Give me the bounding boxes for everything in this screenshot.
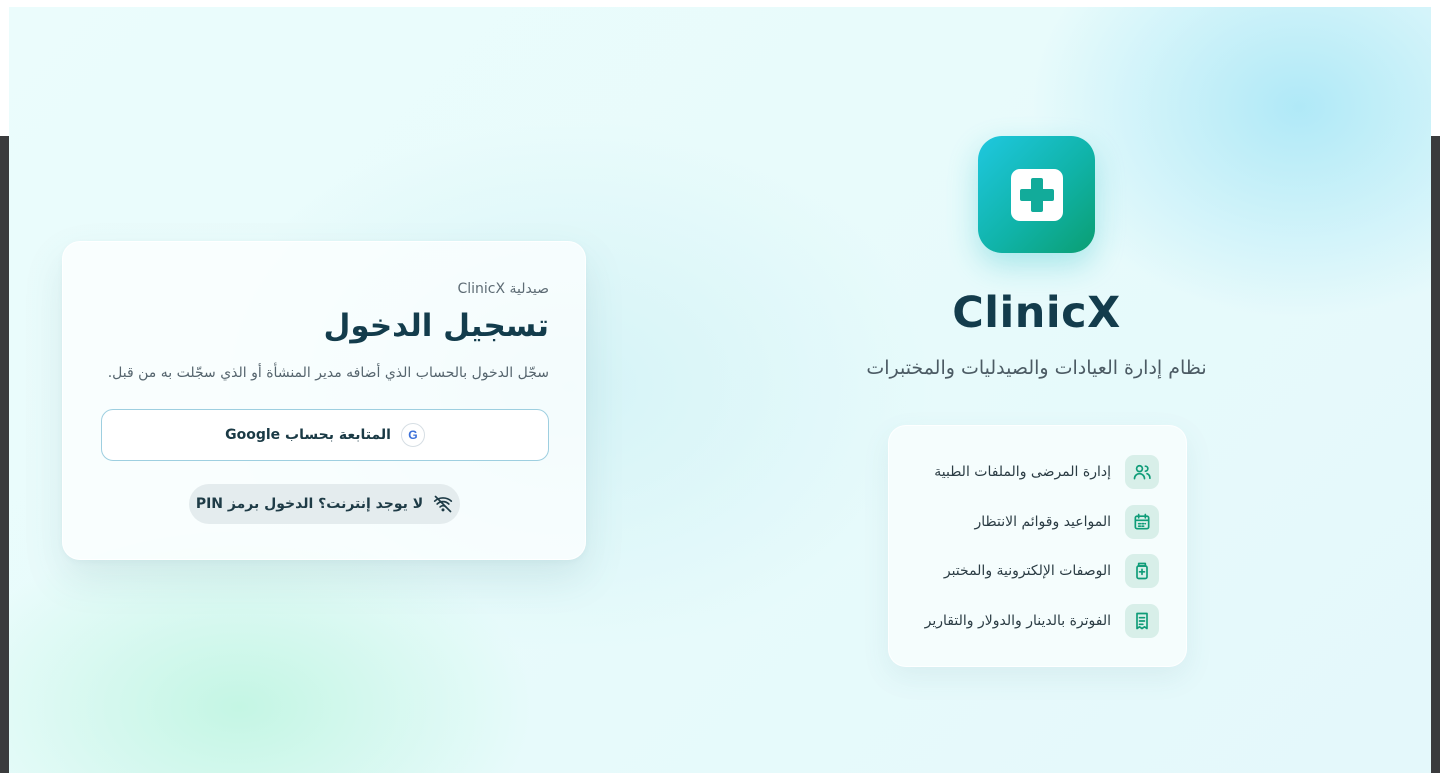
feature-item-patients: إدارة المرضى والملفات الطبية [934, 455, 1159, 489]
pin-login-label: لا يوجد إنترنت؟ الدخول برمز PIN [195, 496, 424, 512]
receipt-icon [1125, 604, 1159, 638]
window-top-strip [0, 0, 1440, 7]
calendar-icon [1125, 505, 1159, 539]
brand-tagline: نظام إدارة العيادات والصيدليات والمختبرا… [866, 357, 1207, 379]
medical-cross-icon [1010, 168, 1063, 221]
login-subtitle: سجّل الدخول بالحساب الذي أضافه مدير المن… [107, 365, 549, 381]
facility-label: صيدلية ClinicX [457, 281, 549, 297]
login-title: تسجيل الدخول [323, 308, 550, 344]
app-viewport: صيدلية ClinicX تسجيل الدخول سجّل الدخول … [9, 7, 1431, 773]
google-signin-button[interactable]: G المتابعة بحساب Google [101, 409, 549, 461]
feature-item-appointments: المواعيد وقوائم الانتظار [974, 505, 1159, 539]
brand-name: ClinicX [952, 288, 1121, 338]
login-card: صيدلية ClinicX تسجيل الدخول سجّل الدخول … [62, 241, 586, 560]
clinicx-logo-icon [978, 136, 1095, 253]
google-icon: G [400, 423, 425, 447]
feature-item-billing: الفوترة بالدينار والدولار والتقارير [925, 604, 1159, 638]
google-signin-label: المتابعة بحساب Google [225, 427, 391, 443]
feature-label: المواعيد وقوائم الانتظار [974, 514, 1112, 530]
feature-label: الوصفات الإلكترونية والمختبر [943, 563, 1111, 579]
pin-login-button[interactable]: لا يوجد إنترنت؟ الدخول برمز PIN [189, 484, 460, 524]
feature-label: إدارة المرضى والملفات الطبية [934, 464, 1111, 480]
feature-item-prescriptions: الوصفات الإلكترونية والمختبر [944, 554, 1159, 588]
users-icon [1125, 455, 1159, 489]
wifi-off-icon [434, 495, 453, 513]
features-card: إدارة المرضى والملفات الطبية المواعيد وق… [888, 425, 1187, 667]
prescription-icon [1125, 554, 1159, 588]
feature-label: الفوترة بالدينار والدولار والتقارير [924, 613, 1111, 629]
